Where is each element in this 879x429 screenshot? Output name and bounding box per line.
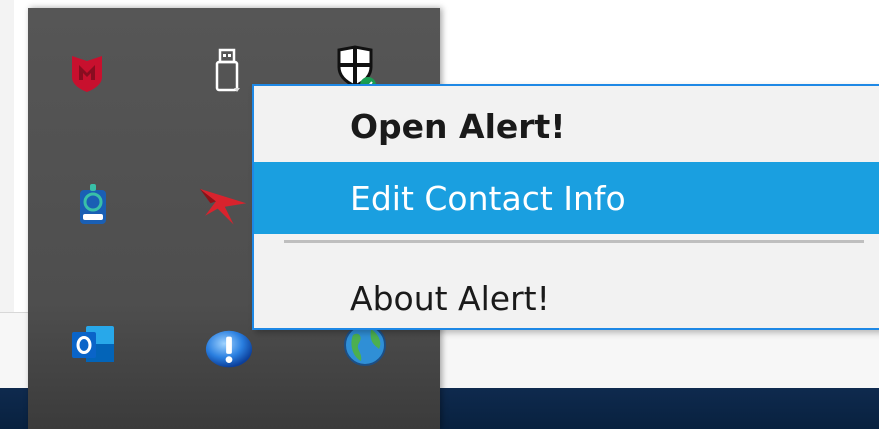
alert-exclamation-icon[interactable] — [204, 326, 254, 376]
context-menu: Open Alert! Edit Contact Info About Aler… — [252, 84, 879, 330]
webcam-app-icon[interactable] — [68, 182, 118, 232]
menu-item-about-alert[interactable]: About Alert! — [254, 262, 879, 334]
mcafee-shield-icon[interactable] — [62, 48, 112, 98]
menu-item-label: Edit Contact Info — [350, 178, 626, 218]
menu-item-label: Open Alert! — [350, 106, 566, 146]
outlook-icon[interactable] — [68, 320, 118, 370]
menu-item-label: About Alert! — [350, 278, 550, 318]
red-arrow-logo-icon[interactable] — [198, 180, 248, 230]
desktop-scene: Open Alert! Edit Contact Info About Aler… — [0, 0, 879, 429]
menu-separator — [284, 240, 864, 243]
menu-item-open-alert[interactable]: Open Alert! — [254, 90, 879, 162]
menu-item-edit-contact-info[interactable]: Edit Contact Info — [254, 162, 879, 234]
usb-drive-icon[interactable] — [202, 46, 252, 96]
